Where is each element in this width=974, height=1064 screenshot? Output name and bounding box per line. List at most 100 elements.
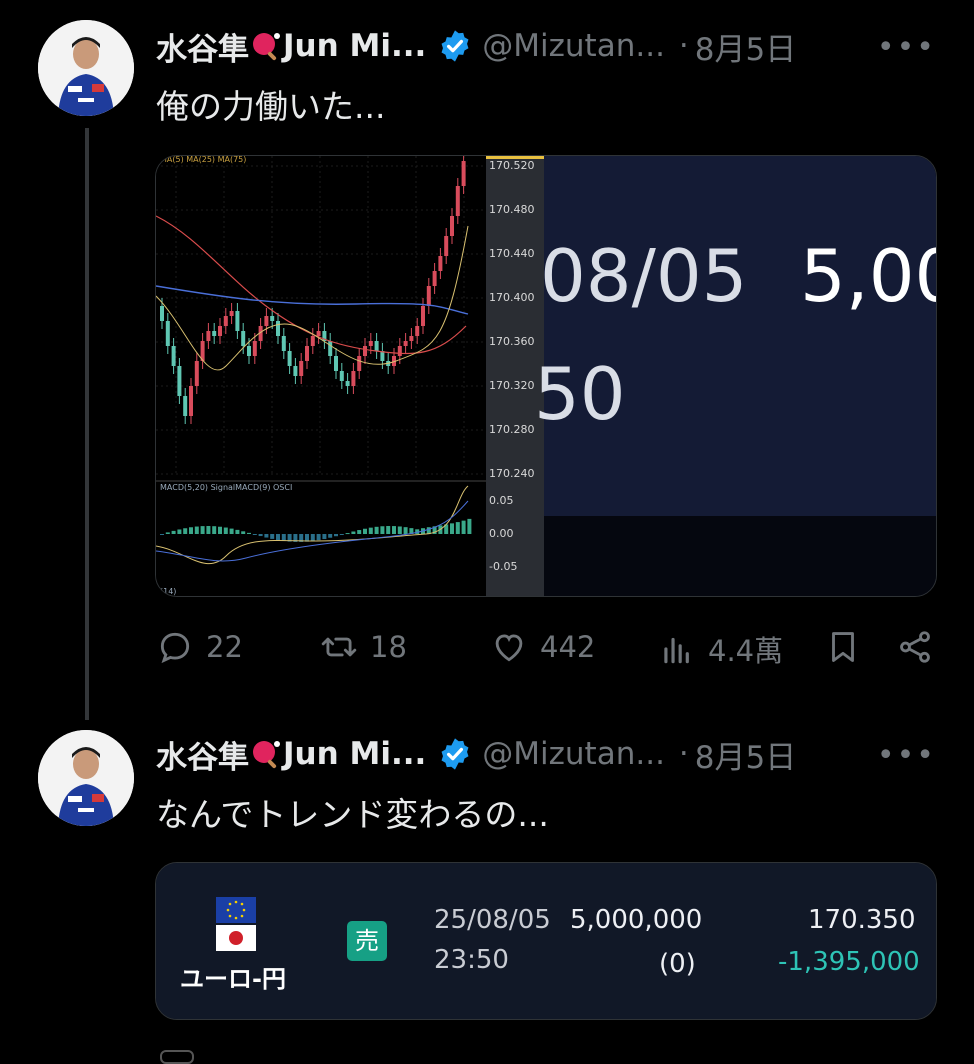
trade-time: 23:50 — [434, 945, 509, 975]
macd-bar — [339, 534, 344, 535]
macd-bar — [368, 527, 373, 534]
avatar[interactable] — [38, 20, 134, 116]
currency-pair-flags-icon — [216, 897, 256, 951]
macd-bar — [316, 534, 321, 541]
macd-bar — [206, 526, 211, 534]
candle — [293, 366, 298, 376]
candle — [397, 346, 402, 356]
timestamp[interactable]: 8月5日 — [695, 732, 796, 777]
price-tick: 170.280 — [489, 423, 535, 436]
candle — [374, 341, 379, 351]
candle — [357, 356, 362, 371]
candle — [339, 371, 344, 381]
bookmark-button[interactable] — [824, 628, 874, 666]
macd-bar — [345, 533, 350, 535]
more-options-icon[interactable]: ••• — [877, 30, 936, 65]
candle — [455, 186, 460, 216]
candle — [345, 381, 350, 386]
ping-pong-paddle-icon — [253, 33, 280, 61]
zoom-time: 50 — [534, 352, 626, 436]
macd-bar — [218, 526, 222, 534]
verified-badge-icon — [441, 738, 469, 770]
candle — [334, 356, 338, 371]
price-tick: 170.400 — [489, 291, 535, 304]
macd-bar — [171, 530, 176, 534]
candle — [351, 371, 356, 386]
candle — [171, 346, 176, 366]
display-name[interactable]: 水谷隼 — [156, 24, 249, 69]
candle — [218, 326, 222, 336]
display-name-rest[interactable]: Jun Mi... — [283, 28, 426, 64]
candle — [368, 341, 373, 346]
macd-bar — [363, 528, 367, 534]
views-button[interactable]: 4.4萬 — [658, 628, 783, 670]
candle — [461, 161, 466, 186]
candle — [444, 236, 449, 256]
share-icon — [900, 631, 930, 663]
trade-card-image[interactable]: ユーロ-円 売 25/08/05 23:50 5,000,000 (0) 170… — [155, 862, 937, 1020]
handle[interactable]: @Mizutan... — [482, 28, 665, 64]
more-options-icon[interactable]: ••• — [877, 738, 936, 773]
macd-tick: 0.05 — [489, 494, 514, 507]
candle — [183, 396, 188, 416]
candle — [206, 331, 211, 341]
timestamp[interactable]: 8月5日 — [695, 24, 796, 69]
candle — [450, 216, 454, 236]
macd-bar — [386, 526, 391, 534]
tweet-1[interactable]: 水谷隼 Jun Mi... @Mizutan... · 8月5日 ••• 俺の力… — [0, 0, 974, 720]
candle — [299, 361, 304, 376]
macd-bar — [392, 526, 396, 534]
display-name[interactable]: 水谷隼 — [156, 732, 249, 777]
trade-pnl: -1,395,000 — [778, 947, 920, 977]
share-button[interactable] — [896, 628, 946, 666]
bottom-label: (14) — [160, 587, 176, 596]
avatar-photo — [38, 20, 134, 116]
candle — [241, 331, 246, 346]
candle — [316, 331, 321, 336]
macd-bar — [247, 532, 251, 534]
candle — [160, 306, 164, 321]
like-button[interactable]: 442 — [490, 628, 595, 666]
macd-bar — [252, 534, 257, 535]
macd-bar — [212, 526, 217, 534]
macd-bar — [455, 522, 460, 534]
next-tweet-peek — [160, 1050, 194, 1064]
trade-row: ユーロ-円 売 25/08/05 23:50 5,000,000 (0) 170… — [156, 863, 936, 1019]
retweet-button[interactable]: 18 — [320, 628, 407, 666]
tweet-text: なんでトレンド変わるの... — [156, 795, 549, 834]
tweet-header: 水谷隼 Jun Mi... @Mizutan... · 8月5日 — [156, 24, 796, 69]
trade-price: 170.350 — [808, 905, 916, 935]
macd-bar — [200, 526, 205, 534]
panel-footer — [544, 516, 936, 596]
separator-dot: · — [678, 736, 689, 772]
candle — [328, 341, 333, 356]
candle — [421, 306, 425, 326]
macd-bar — [194, 526, 199, 534]
heart-icon — [495, 634, 523, 662]
avatar[interactable] — [38, 730, 134, 826]
tweet-header: 水谷隼 Jun Mi... @Mizutan... · 8月5日 — [156, 732, 796, 777]
macd-bar — [450, 523, 454, 534]
candle — [363, 346, 367, 356]
macd-bar — [189, 527, 193, 534]
macd-line — [156, 485, 469, 565]
macd-bar — [322, 534, 327, 540]
analytics-icon — [664, 637, 689, 664]
separator-dot: · — [678, 28, 689, 64]
macd-bar — [270, 534, 275, 539]
macd-bar — [183, 528, 188, 534]
tweet-media-image[interactable]: MA(5) MA(25) MA(75) MACD(5,20) SignalMAC… — [155, 155, 937, 597]
macd-bar — [276, 534, 280, 541]
like-count: 442 — [540, 630, 596, 664]
display-name-rest[interactable]: Jun Mi... — [283, 736, 426, 772]
macd-bar — [281, 534, 286, 541]
macd-bar — [264, 534, 269, 538]
price-tick: 170.240 — [489, 467, 535, 480]
candle — [305, 346, 309, 361]
reply-button[interactable]: 22 — [156, 628, 243, 666]
retweet-icon — [321, 637, 357, 657]
macd-bar — [310, 534, 315, 542]
view-count: 4.4萬 — [708, 634, 784, 668]
macd-bar — [229, 528, 234, 534]
handle[interactable]: @Mizutan... — [482, 736, 665, 772]
